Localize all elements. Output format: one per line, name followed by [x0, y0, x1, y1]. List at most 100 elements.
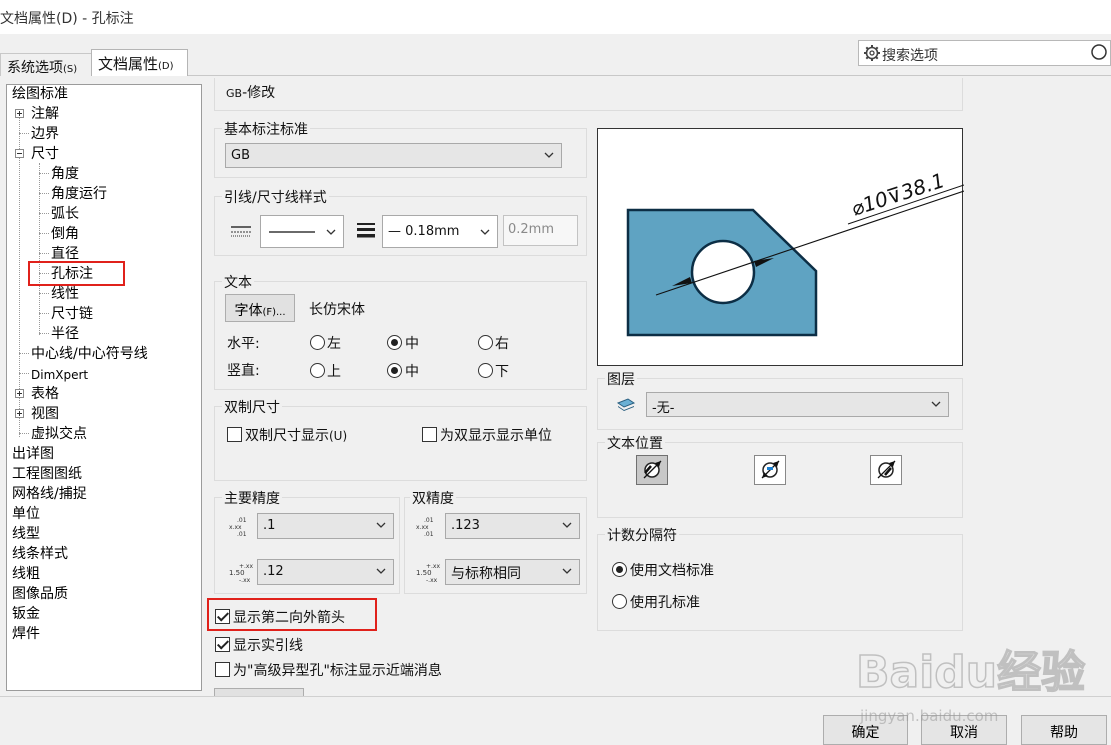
- chevron-down-icon: [562, 522, 572, 528]
- tree-item-line-style[interactable]: 线条样式: [12, 545, 68, 565]
- radio-use-hole-standard[interactable]: [612, 594, 627, 609]
- expand-icon[interactable]: [15, 409, 24, 418]
- search-icon[interactable]: [1088, 43, 1108, 63]
- svg-text:.01: .01: [424, 517, 434, 524]
- standard-name: GB-修改: [226, 85, 276, 101]
- tolerance-precision-icon: +.xx 1.50 -.xx: [416, 563, 440, 583]
- baidu-jingyan-watermark: Baidu经验 jingyan.baidu.com: [855, 625, 1086, 735]
- tree-item-tables[interactable]: 表格: [31, 385, 59, 405]
- custom-thickness-input[interactable]: 0.2mm: [503, 215, 578, 246]
- tab-document-properties[interactable]: 文档属性(D): [91, 49, 188, 77]
- tree-guide: [19, 433, 29, 434]
- line-thickness-select[interactable]: — 0.18mm: [382, 215, 498, 248]
- base-standard-select[interactable]: GB: [225, 143, 562, 168]
- layer-icon: [616, 398, 636, 411]
- dual-units-label: 为双显示显示单位: [440, 428, 552, 444]
- tree-item-centerlines[interactable]: 中心线/中心符号线: [31, 345, 148, 365]
- tree-item-virtual-sharps[interactable]: 虚拟交点: [31, 425, 87, 445]
- radio-v-top[interactable]: [310, 363, 325, 378]
- dual-precision-value: .123: [451, 518, 480, 533]
- tree-item-weldments[interactable]: 焊件: [12, 625, 40, 645]
- primary-tolerance-precision-select[interactable]: .12: [257, 559, 394, 585]
- solid-leader-checkbox[interactable]: [215, 637, 230, 652]
- hole-callout-preview-drawing: ⌀10⊽38.1: [626, 168, 965, 337]
- line-style-select[interactable]: [260, 215, 344, 248]
- tree-item-chamfer[interactable]: 倒角: [51, 225, 79, 245]
- tree-item-ordinate[interactable]: 尺寸链: [51, 305, 93, 325]
- chevron-down-icon: [562, 568, 572, 574]
- scrollbar[interactable]: [1098, 76, 1111, 696]
- search-options-box[interactable]: 搜索选项: [858, 40, 1111, 66]
- dual-units-checkbox[interactable]: [422, 427, 437, 442]
- second-outside-arrow-label: 显示第二向外箭头: [233, 610, 345, 626]
- tree-item-sheet-metal[interactable]: 钣金: [12, 605, 40, 625]
- tree-item-grid-snap[interactable]: 网格线/捕捉: [12, 485, 87, 505]
- expand-icon[interactable]: [15, 109, 24, 118]
- second-outside-arrow-checkbox[interactable]: [215, 609, 230, 624]
- layer-value: -无-: [652, 401, 675, 416]
- tree-guide: [39, 193, 49, 194]
- tree-item-angular-running[interactable]: 角度运行: [51, 185, 107, 205]
- tree-item-radius[interactable]: 半径: [51, 325, 79, 345]
- tree-guide: [39, 253, 49, 254]
- use-document-standard-label: 使用文档标准: [630, 563, 714, 579]
- solid-leader-label: 显示实引线: [233, 638, 303, 654]
- radio-v-middle[interactable]: [387, 363, 402, 378]
- tree-guide: [19, 373, 29, 374]
- text-group-label: 文本: [222, 272, 254, 292]
- layer-select[interactable]: -无-: [646, 392, 949, 417]
- tree-item-units[interactable]: 单位: [12, 505, 40, 525]
- tree-item-linear[interactable]: 线性: [51, 285, 79, 305]
- tab-system-options[interactable]: 系统选项(S): [0, 53, 92, 76]
- tree-item-annotations[interactable]: 注解: [31, 105, 59, 125]
- tree-item-drafting-standard[interactable]: 绘图标准: [12, 85, 68, 105]
- dual-tolerance-precision-select[interactable]: 与标称相同: [445, 559, 580, 585]
- radio-h-left[interactable]: [310, 335, 325, 350]
- radio-v-bottom-label: 下: [495, 364, 509, 380]
- tree-item-line-thickness[interactable]: 线粗: [12, 565, 40, 585]
- tree-item-dimxpert[interactable]: DimXpert: [31, 366, 88, 386]
- dual-precision-select[interactable]: .123: [445, 513, 580, 539]
- line-thickness-icon: [357, 223, 375, 238]
- dual-precision-label: 双精度: [410, 488, 456, 508]
- text-position-button-2[interactable]: [754, 455, 786, 485]
- radio-use-document-standard[interactable]: [612, 562, 627, 577]
- tree-guide: [39, 163, 40, 335]
- dual-display-checkbox[interactable]: [227, 427, 242, 442]
- base-standard-value: GB: [231, 148, 250, 163]
- horizontal-label: 水平:: [227, 336, 260, 352]
- tree-item-line-font[interactable]: 线型: [12, 525, 40, 545]
- tree-guide: [39, 313, 49, 314]
- radio-h-right[interactable]: [478, 335, 493, 350]
- radio-v-bottom[interactable]: [478, 363, 493, 378]
- text-position-button-1[interactable]: [636, 455, 668, 485]
- search-input[interactable]: 搜索选项: [882, 45, 938, 65]
- radio-h-center[interactable]: [387, 335, 402, 350]
- tree-item-detailing[interactable]: 出详图: [12, 445, 54, 465]
- standard-header: [214, 78, 963, 111]
- radio-v-top-label: 上: [327, 364, 341, 380]
- svg-text:-.xx: -.xx: [426, 577, 438, 583]
- tree-item-borders[interactable]: 边界: [31, 125, 59, 145]
- base-standard-label: 基本标注标准: [222, 119, 310, 139]
- tree-item-arc-length[interactable]: 弧长: [51, 205, 79, 225]
- use-hole-standard-label: 使用孔标准: [630, 595, 700, 611]
- radio-h-left-label: 左: [327, 336, 341, 352]
- collapse-icon[interactable]: [15, 149, 24, 158]
- tree-item-image-quality[interactable]: 图像品质: [12, 585, 68, 605]
- tree-item-dimensions[interactable]: 尺寸: [31, 145, 59, 165]
- tree-item-angle[interactable]: 角度: [51, 165, 79, 185]
- tree-item-views[interactable]: 视图: [31, 405, 59, 425]
- options-tree: 绘图标准 注解 边界 尺寸 角度 角度运行 弧长 倒角 直径 孔标注 线性 尺寸…: [6, 84, 202, 691]
- dual-tolerance-precision-value: 与标称相同: [451, 566, 521, 582]
- svg-text:1.50: 1.50: [416, 569, 432, 577]
- tree-guide: [19, 353, 29, 354]
- expand-icon[interactable]: [15, 389, 24, 398]
- primary-precision-select[interactable]: .1: [257, 513, 394, 539]
- text-position-button-3[interactable]: [870, 455, 902, 485]
- window-title: 文档属性(D) - 孔标注: [0, 11, 134, 27]
- gear-icon: [864, 45, 880, 61]
- tree-item-drawing-sheets[interactable]: 工程图图纸: [12, 465, 82, 485]
- font-button[interactable]: 字体(F)...: [225, 294, 295, 322]
- near-side-message-checkbox[interactable]: [215, 662, 230, 677]
